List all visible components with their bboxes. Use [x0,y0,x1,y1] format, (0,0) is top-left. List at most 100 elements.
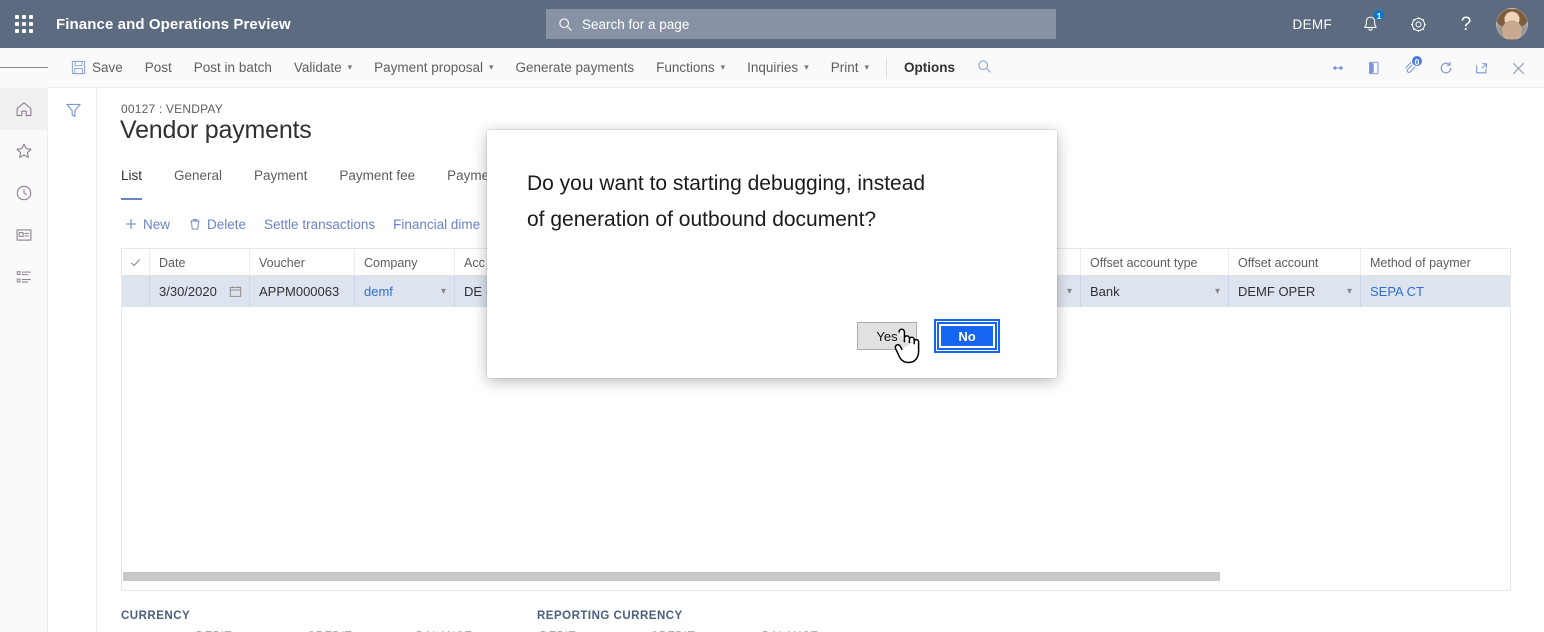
question-mark-icon: ? [1461,15,1472,34]
column-header-offset-account-type[interactable]: Offset account type [1081,249,1229,276]
home-icon [14,99,34,119]
column-header-method-of-payment[interactable]: Method of paymer [1361,249,1486,276]
save-disk-icon [71,60,86,75]
row-select-checkbox[interactable] [122,276,150,307]
calendar-icon[interactable] [229,285,242,298]
settings-button[interactable] [1394,0,1442,48]
column-header-offset-account[interactable]: Offset account [1229,249,1361,276]
top-navigation-bar: Finance and Operations Preview Search fo… [0,0,1544,48]
column-header-company[interactable]: Company [355,249,455,276]
post-in-batch-button[interactable]: Post in batch [183,48,283,88]
new-button[interactable]: New [115,217,179,232]
help-button[interactable]: ? [1442,0,1490,48]
options-label: Options [904,60,955,75]
chevron-down-icon[interactable]: ▾ [1347,286,1352,297]
validate-menu[interactable]: Validate ▾ [283,48,363,88]
refresh-icon[interactable] [1428,48,1464,88]
sidebar-item-workspaces[interactable] [0,214,48,256]
navigation-menu-toggle[interactable] [0,48,48,88]
cell-offset-account-type[interactable]: Bank ▾ [1081,276,1229,307]
chevron-down-icon[interactable]: ▾ [1215,286,1220,297]
no-button[interactable]: No [937,322,997,350]
settle-transactions-label: Settle transactions [264,217,375,232]
tab-payment[interactable]: Payment [254,168,307,200]
print-label: Print [831,60,859,75]
user-avatar[interactable] [1496,8,1528,40]
search-icon [558,17,573,32]
tab-list[interactable]: List [121,168,142,200]
payment-proposal-menu[interactable]: Payment proposal ▾ [363,48,504,88]
cell-offset-account[interactable]: DEMF OPER ▾ [1229,276,1361,307]
select-all-checkbox[interactable] [122,249,150,276]
sidebar-item-modules[interactable] [0,256,48,298]
sidebar-item-home[interactable] [0,88,48,130]
close-icon[interactable] [1500,48,1536,88]
filter-funnel-icon[interactable] [49,88,97,132]
chevron-down-icon[interactable]: ▾ [1067,286,1072,297]
modules-list-icon [14,267,34,287]
chevron-down-icon: ▾ [489,62,494,73]
plus-icon [124,217,138,231]
search-placeholder: Search for a page [582,17,689,32]
inquiries-menu[interactable]: Inquiries ▾ [736,48,820,88]
tab-general[interactable]: General [174,168,222,200]
trash-icon [188,217,202,231]
cell-offset-account-value: DEMF OPER [1238,284,1315,299]
horizontal-scrollbar-thumb[interactable] [123,572,1220,581]
column-header-voucher[interactable]: Voucher [250,249,355,276]
cell-date-value: 3/30/2020 [159,284,217,299]
search-icon [977,59,992,77]
global-search-box[interactable]: Search for a page [546,9,1056,39]
save-label: Save [92,60,123,75]
open-in-new-window-icon[interactable] [1464,48,1500,88]
save-button[interactable]: Save [60,48,134,88]
command-search-button[interactable] [966,48,1003,88]
share-icon[interactable] [1320,48,1356,88]
command-bar-right-icons: 0 [1320,48,1536,88]
command-bar: Save Post Post in batch Validate ▾ Payme… [0,48,1544,88]
functions-menu[interactable]: Functions ▾ [645,48,736,88]
page-tabs: List General Payment Payment fee Payme [121,168,521,200]
generate-payments-button[interactable]: Generate payments [505,48,646,88]
delete-button[interactable]: Delete [179,217,255,232]
print-menu[interactable]: Print ▾ [820,48,880,88]
sidebar-item-favorites[interactable] [0,130,48,172]
tab-payment-truncated[interactable]: Payme [447,168,489,200]
command-bar-divider [886,58,887,78]
financial-dimensions-label: Financial dime [393,217,480,232]
grid-action-bar: New Delete Settle transactions Financial… [115,208,489,240]
financial-dimensions-button[interactable]: Financial dime [384,217,489,232]
horizontal-scrollbar[interactable] [122,570,1511,582]
checkmark-icon [129,256,142,269]
cell-company[interactable]: demf ▾ [355,276,455,307]
yes-button[interactable]: Yes [857,322,917,350]
chevron-down-icon[interactable]: ▾ [441,286,446,297]
tab-payment-fee[interactable]: Payment fee [339,168,415,200]
open-in-office-icon[interactable] [1356,48,1392,88]
post-button[interactable]: Post [134,48,183,88]
attachment-count-badge: 0 [1411,55,1423,67]
totals-group-reporting-currency-label: REPORTING CURRENCY [537,610,683,622]
column-header-date[interactable]: Date [150,249,250,276]
confirmation-dialog: Do you want to starting debugging, inste… [487,130,1057,378]
settle-transactions-button[interactable]: Settle transactions [255,217,384,232]
options-menu[interactable]: Options [893,48,966,88]
command-bar-items: Save Post Post in batch Validate ▾ Payme… [48,48,1003,88]
company-selector[interactable]: DEMF [1279,0,1346,48]
cell-date[interactable]: 3/30/2020 [150,276,250,307]
app-launcher-icon[interactable] [0,0,48,48]
chevron-down-icon: ▾ [864,62,869,73]
filter-pane [49,88,97,632]
new-label: New [143,217,170,232]
recent-clock-icon [14,183,34,203]
cell-voucher[interactable]: APPM000063 [250,276,355,307]
topnav-right-icons: DEMF 1 ? [1279,0,1544,48]
generate-payments-label: Generate payments [516,60,635,75]
cell-method-of-payment[interactable]: SEPA CT [1361,276,1486,307]
chevron-down-icon: ▾ [804,62,809,73]
notifications-button[interactable]: 1 [1346,0,1394,48]
sidebar-item-recent[interactable] [0,172,48,214]
dialog-message: Do you want to starting debugging, inste… [527,166,947,238]
cell-offset-account-type-value: Bank [1090,284,1120,299]
attachments-icon[interactable]: 0 [1392,48,1428,88]
